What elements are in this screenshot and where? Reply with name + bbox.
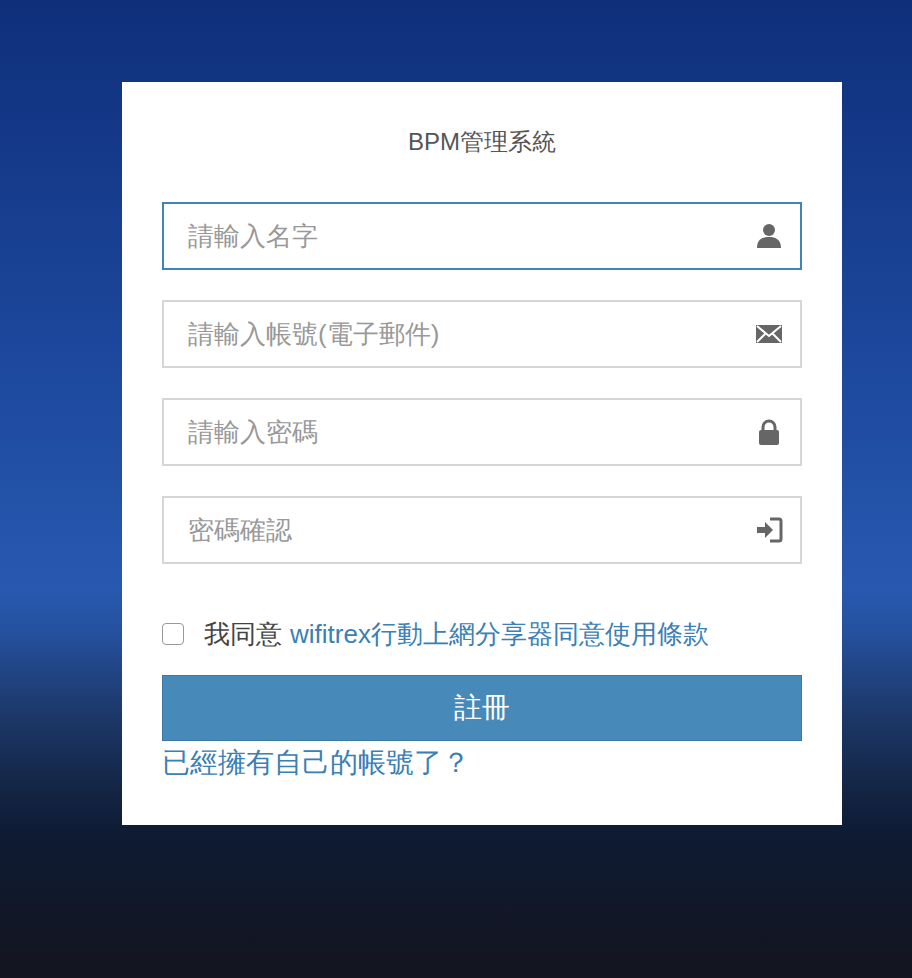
- register-button[interactable]: 註冊: [162, 675, 802, 741]
- agree-checkbox[interactable]: [162, 623, 184, 645]
- user-icon: [754, 221, 784, 251]
- login-link[interactable]: 已經擁有自己的帳號了？: [162, 743, 802, 783]
- envelope-icon: [754, 319, 784, 349]
- text-input[interactable]: [188, 407, 744, 458]
- register-card: BPM管理系統我同意 wifitrex行動上網分享器同意使用條款註冊已經擁有自己的…: [122, 82, 842, 825]
- input-field[interactable]: [162, 398, 802, 466]
- background-photo: BPM管理系統我同意 wifitrex行動上網分享器同意使用條款註冊已經擁有自己的…: [0, 0, 912, 825]
- terms-link[interactable]: wifitrex行動上網分享器同意使用條款: [290, 619, 709, 649]
- input-field[interactable]: [162, 300, 802, 368]
- agree-label: 我同意: [204, 619, 282, 649]
- text-input[interactable]: [188, 211, 744, 262]
- agreement-text: 我同意 wifitrex行動上網分享器同意使用條款: [204, 619, 709, 649]
- sign-in-icon: [754, 515, 784, 545]
- text-input[interactable]: [188, 309, 744, 360]
- field-list: [162, 202, 802, 564]
- agreement-row: 我同意 wifitrex行動上網分享器同意使用條款: [162, 619, 802, 649]
- text-input[interactable]: [188, 505, 744, 556]
- form-title: BPM管理系統: [162, 127, 802, 157]
- input-field[interactable]: [162, 496, 802, 564]
- input-field[interactable]: [162, 202, 802, 270]
- lock-icon: [754, 417, 784, 447]
